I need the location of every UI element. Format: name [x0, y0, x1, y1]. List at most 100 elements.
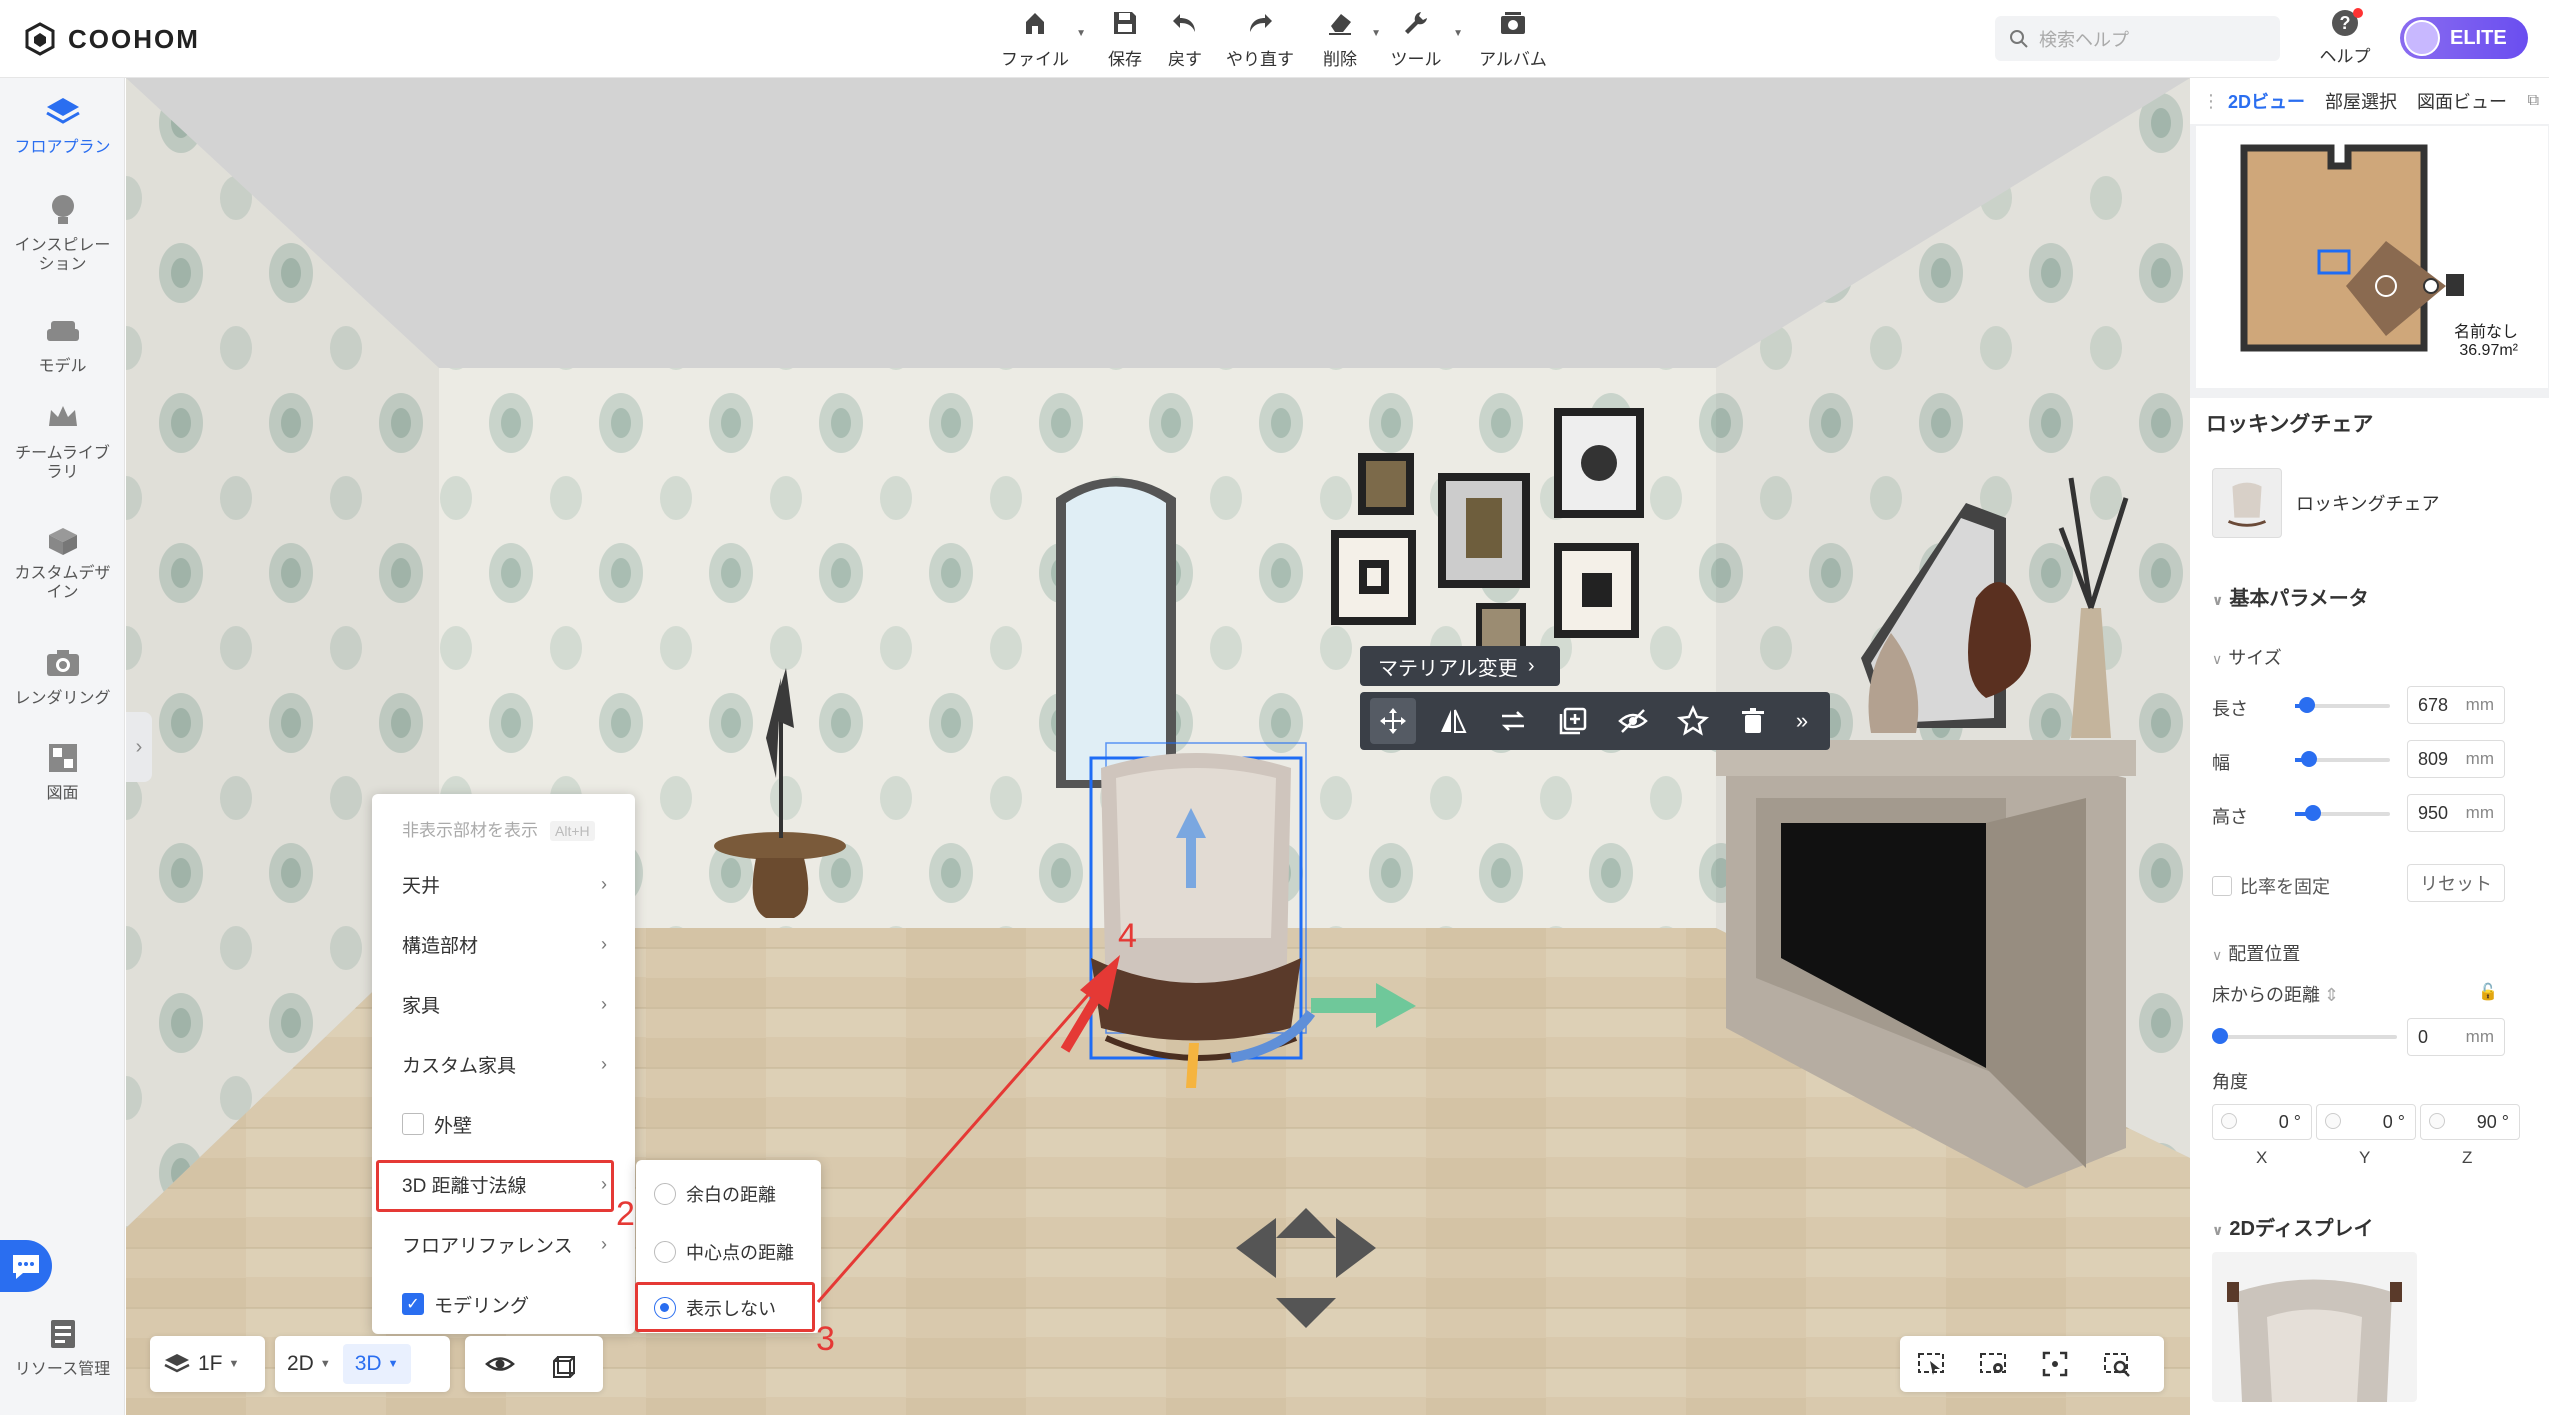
lock-ratio-toggle[interactable]: 比率を固定 [2212, 873, 2330, 899]
section-position[interactable]: ∨ 配置位置 [2212, 940, 2300, 966]
tab-drawing-view[interactable]: 図面ビュー [2417, 88, 2507, 114]
room-name: 名前なし [2454, 324, 2519, 341]
eye-icon [485, 1357, 515, 1371]
chevron-down-icon: ∨ [2212, 592, 2224, 608]
popout-icon[interactable]: ⧉ [2528, 92, 2539, 110]
annotation-arrow [816, 955, 1120, 1303]
camera-tools [1900, 1336, 2164, 1392]
section-label: 配置位置 [2228, 944, 2301, 964]
minimap-room-info: 名前なし 36.97m² [2454, 324, 2518, 360]
angle-x-input[interactable]: 0 ° [2212, 1104, 2312, 1140]
view-3d-label: 3D [354, 1352, 382, 1375]
dial-icon [2429, 1113, 2445, 1129]
height-input[interactable]: 950 mm [2407, 794, 2505, 832]
view-cube-button[interactable] [535, 1336, 595, 1392]
height-slider[interactable] [2295, 805, 2390, 821]
angle-y-input[interactable]: 0 ° [2316, 1104, 2416, 1140]
unit-label: mm [2465, 803, 2494, 822]
view-2d-button[interactable]: 2D ▼ [275, 1336, 343, 1392]
axis-z-label: Z [2462, 1148, 2473, 1167]
chevron-down-icon: ∨ [2212, 651, 2223, 667]
chevron-down-icon: ∨ [2212, 947, 2223, 963]
lock-icon[interactable]: 🔓 [2478, 982, 2498, 1002]
width-value: 809 [2418, 748, 2449, 769]
lock-ratio-label: 比率を固定 [2240, 877, 2330, 897]
slider-handle[interactable] [2212, 1028, 2228, 1044]
properties-title: ロッキングチェア [2206, 413, 2374, 436]
floor-distance-input[interactable]: 0 mm [2407, 1018, 2505, 1056]
chevron-down-icon: ∨ [2212, 1222, 2224, 1238]
width-slider[interactable] [2295, 751, 2390, 767]
2d-display-preview[interactable] [2212, 1252, 2417, 1402]
chair-topview-icon [2227, 1279, 2402, 1402]
unit-label: mm [2465, 749, 2494, 768]
display-settings-button[interactable] [465, 1336, 535, 1392]
section-label: サイズ [2228, 648, 2282, 668]
tab-room-select[interactable]: 部屋選択 [2325, 88, 2397, 114]
floor-distance-slider[interactable] [2212, 1028, 2397, 1044]
angle-z-value: 90 ° [2476, 1111, 2509, 1132]
caret-down-icon: ▼ [319, 1358, 331, 1370]
sort-icon: ⇕ [2324, 985, 2340, 1005]
length-value: 678 [2418, 694, 2449, 715]
axis-y-label: Y [2359, 1148, 2371, 1167]
view-2d-label: 2D [287, 1352, 314, 1375]
view-3d-button[interactable]: 3D ▼ [342, 1344, 411, 1384]
focus-icon [2042, 1351, 2068, 1377]
object-thumbnail[interactable] [2212, 468, 2282, 538]
caret-down-icon: ▼ [387, 1358, 399, 1370]
dial-icon [2325, 1113, 2341, 1129]
tab-2d-view[interactable]: 2Dビュー [2228, 88, 2305, 114]
angle-z-input[interactable]: 90 ° [2420, 1104, 2520, 1140]
section-size[interactable]: ∨ サイズ [2212, 644, 2282, 670]
slider-handle[interactable] [2305, 805, 2321, 821]
section-label: 2Dディスプレイ [2229, 1218, 2374, 1240]
floor-selector[interactable]: 1F ▼ [150, 1336, 265, 1392]
unit-label: mm [2465, 695, 2494, 714]
drag-handle-icon[interactable]: ⋮ [2202, 91, 2220, 112]
floor-label: 1F [198, 1352, 223, 1375]
screen-gear-icon [1980, 1353, 2006, 1373]
length-input[interactable]: 678 mm [2407, 686, 2505, 724]
section-basic-params[interactable]: ∨ 基本パラメータ [2212, 582, 2369, 611]
dial-icon [2221, 1113, 2237, 1129]
angle-label: 角度 [2212, 1072, 2248, 1092]
reset-label: リセット [2420, 874, 2492, 894]
lock-ratio-checkbox[interactable] [2212, 876, 2232, 896]
angle-y-value: 0 ° [2382, 1111, 2405, 1132]
layers-icon [164, 1354, 190, 1373]
object-name: ロッキングチェア [2296, 494, 2440, 514]
width-input[interactable]: 809 mm [2407, 740, 2505, 778]
cube-icon [553, 1356, 575, 1378]
floor-distance-text: 床からの距離 [2212, 985, 2320, 1005]
camera-settings-button[interactable] [1962, 1336, 2024, 1392]
zoom-screen-icon [2104, 1353, 2130, 1377]
room-area: 36.97m² [2459, 342, 2519, 359]
floor-dropdown[interactable]: 1F ▼ [150, 1336, 251, 1392]
caret-down-icon: ▼ [228, 1358, 240, 1370]
reset-button[interactable]: リセット [2407, 864, 2505, 902]
length-label: 長さ [2212, 699, 2248, 719]
length-slider[interactable] [2295, 697, 2390, 713]
chair-thumbnail-icon [2227, 482, 2267, 527]
height-value: 950 [2418, 802, 2449, 823]
angle-x-value: 0 ° [2278, 1111, 2301, 1132]
display-tools [465, 1336, 603, 1392]
minimap[interactable]: 名前なし 36.97m² [2196, 126, 2548, 388]
section-2d-display[interactable]: ∨ 2Dディスプレイ [2212, 1212, 2374, 1241]
axis-x-label: X [2256, 1148, 2268, 1167]
section-label: 基本パラメータ [2229, 588, 2369, 610]
screen-cursor-icon [1918, 1353, 1944, 1375]
unit-label: mm [2465, 1027, 2494, 1046]
focus-button[interactable] [2024, 1336, 2086, 1392]
floor-distance-label: 床からの距離 ⇕ [2212, 981, 2339, 1007]
camera-view-button[interactable] [1900, 1336, 1962, 1392]
zoom-fit-button[interactable] [2086, 1336, 2148, 1392]
view-mode-switch: 2D ▼ 3D ▼ [275, 1336, 450, 1392]
view-tabs: 2Dビュー 部屋選択 図面ビュー ⋮ ⧉ [2190, 78, 2549, 124]
height-label: 高さ [2212, 807, 2248, 827]
floor-distance-value: 0 [2418, 1026, 2429, 1047]
slider-handle[interactable] [2301, 751, 2317, 767]
width-label: 幅 [2212, 753, 2230, 773]
slider-handle[interactable] [2299, 697, 2315, 713]
